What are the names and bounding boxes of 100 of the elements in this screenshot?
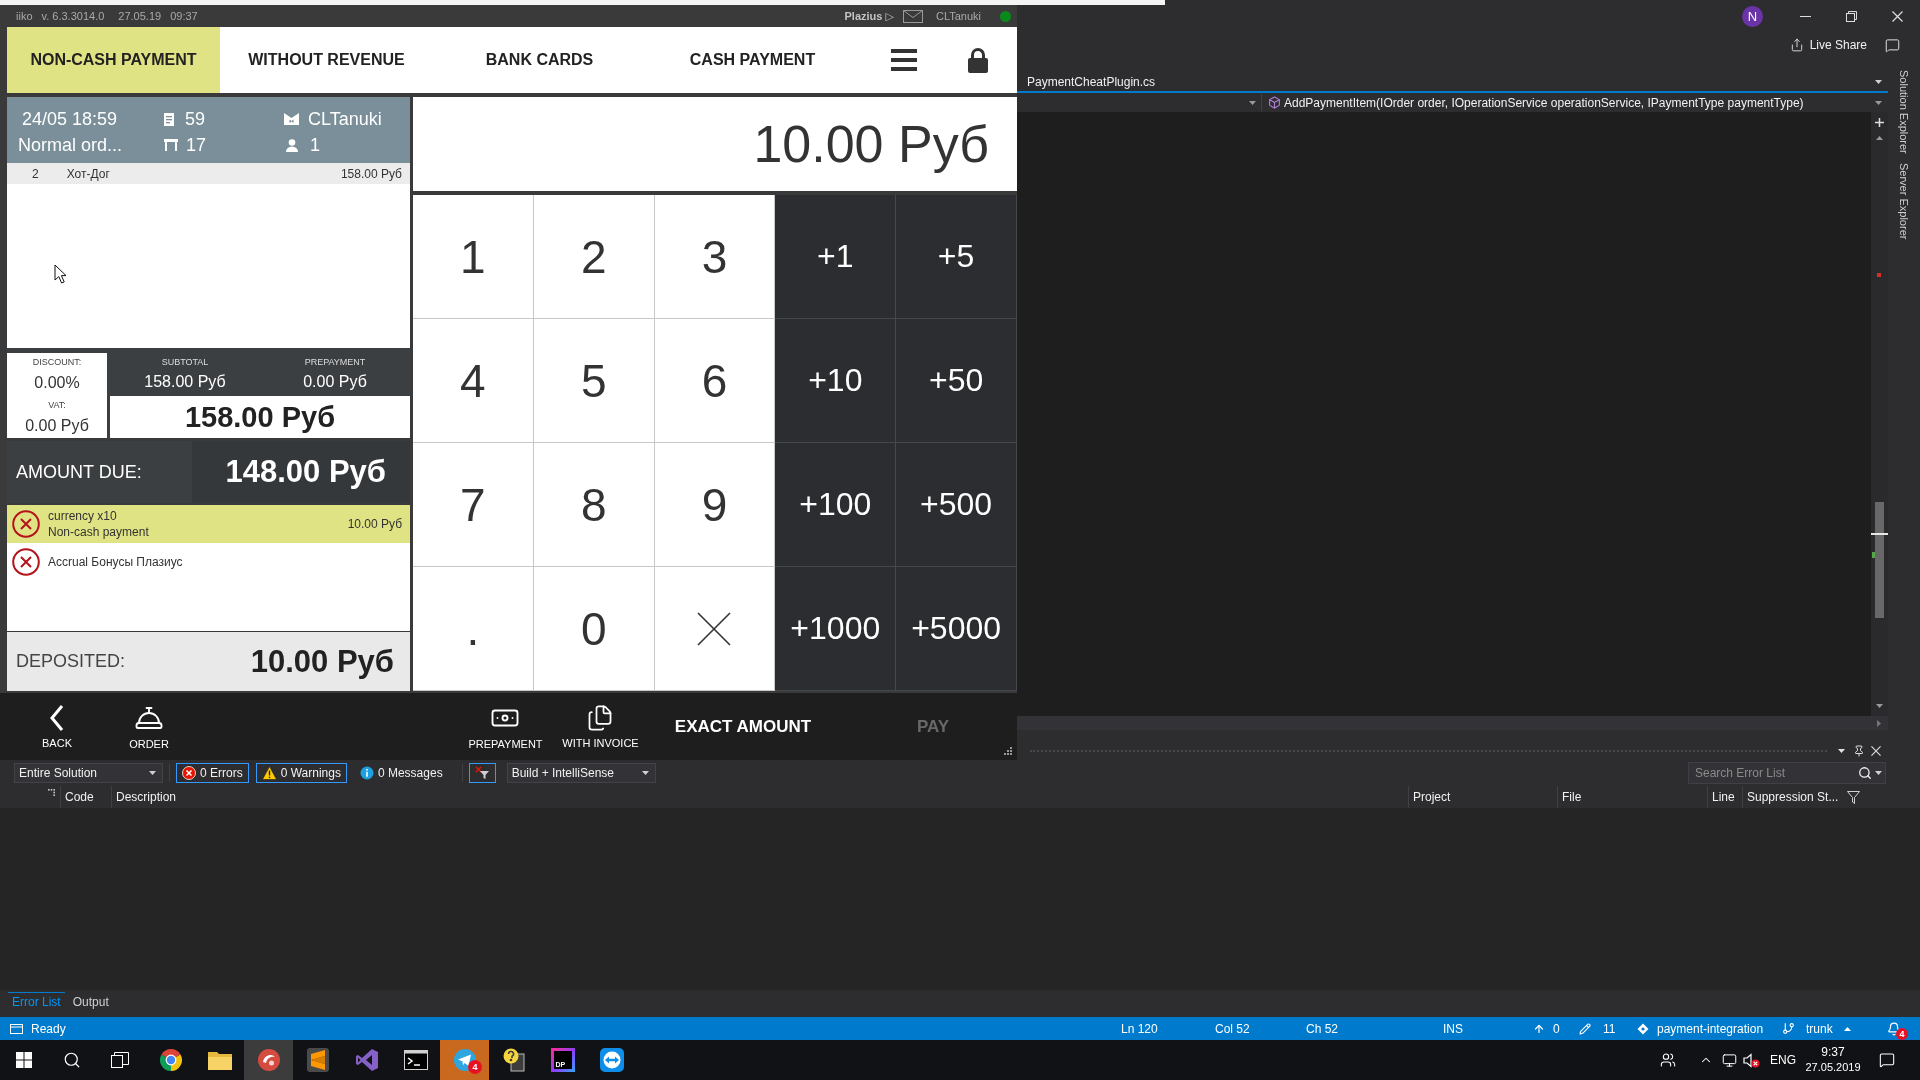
task-view-icon[interactable] xyxy=(111,1052,129,1068)
split-plus-icon[interactable] xyxy=(1875,118,1884,127)
speech-bubble-icon[interactable] xyxy=(1884,37,1900,53)
start-icon[interactable] xyxy=(16,1052,32,1068)
pin-icon[interactable] xyxy=(1852,745,1865,757)
keypad-key[interactable]: 8 xyxy=(533,443,655,567)
member-dropdown[interactable]: AddPaymentItem(IOrder order, IOperationService operationService, IPaymentType paymentType) xyxy=(1262,94,1888,111)
keypad-key[interactable]: +1 xyxy=(775,195,897,319)
panel-tab[interactable]: Error List xyxy=(8,991,65,1011)
live-share-button[interactable]: Live Share xyxy=(1787,35,1869,55)
order-item-row[interactable]: 2 Хот-Дог 158.00 Руб xyxy=(7,163,410,184)
notification-icon[interactable] xyxy=(1879,1052,1895,1068)
search-icon[interactable] xyxy=(63,1051,81,1069)
caret-down-icon[interactable] xyxy=(1875,79,1882,84)
keypad-key[interactable]: 9 xyxy=(654,443,776,567)
keypad-key[interactable]: +50 xyxy=(896,319,1017,443)
search-icon[interactable] xyxy=(1858,766,1872,780)
payment-row[interactable]: currency x10 Non-cash payment 10.00 Руб xyxy=(7,505,410,543)
resize-grip-icon[interactable] xyxy=(1003,746,1013,756)
side-tab[interactable]: Solution Explorer xyxy=(1898,70,1910,154)
version-text: v. 6.3.3014.0 xyxy=(41,10,105,22)
keypad-key[interactable]: 4 xyxy=(413,319,534,443)
keypad-key[interactable]: 3 xyxy=(654,195,776,319)
invoice-button[interactable]: WITH INVOICE xyxy=(562,704,639,749)
keypad-key[interactable]: . xyxy=(413,567,534,691)
volume-muted-icon[interactable] xyxy=(1743,1052,1760,1068)
caret-down-icon[interactable] xyxy=(1875,771,1882,775)
build-filter-dropdown[interactable]: Build + IntelliSense xyxy=(506,763,656,783)
swirl-icon xyxy=(256,1048,281,1072)
payment-tab[interactable]: NON-CASH PAYMENT xyxy=(7,27,220,93)
document-tab[interactable]: PaymentCheatPlugin.cs xyxy=(1027,72,1156,91)
account-avatar[interactable]: N xyxy=(1742,5,1763,27)
people-icon[interactable] xyxy=(1660,1052,1676,1068)
panel-tab[interactable]: Output xyxy=(68,991,113,1011)
caret-down-icon xyxy=(1249,100,1256,105)
caret-down-icon[interactable] xyxy=(1876,704,1883,708)
caret-up-icon[interactable] xyxy=(1876,136,1883,140)
lock-icon[interactable] xyxy=(968,47,988,73)
taskbar-app[interactable] xyxy=(244,1040,293,1080)
scrollbar-thumb[interactable] xyxy=(1875,502,1884,618)
network-icon[interactable] xyxy=(1721,1052,1737,1068)
vertical-scrollbar[interactable] xyxy=(1871,112,1888,716)
keypad-key[interactable]: 0 xyxy=(533,567,655,691)
filter-icon[interactable] xyxy=(1847,790,1860,804)
notification-badge: 4 xyxy=(1896,1027,1908,1040)
prepayment-button[interactable]: PREPAYMENT xyxy=(468,703,543,750)
arrow-up-icon[interactable] xyxy=(1533,1022,1545,1035)
caret-down-icon[interactable] xyxy=(1838,749,1845,753)
bell-icon[interactable] xyxy=(1887,1021,1901,1036)
repository-name[interactable]: payment-integration xyxy=(1657,1021,1764,1036)
restore-icon[interactable] xyxy=(1845,10,1857,22)
clock-time[interactable]: 9:37 xyxy=(1821,1045,1845,1060)
clear-icon xyxy=(697,611,732,646)
shirt-collar-icon xyxy=(284,113,299,125)
keypad-key[interactable]: +500 xyxy=(896,443,1017,567)
subtotal-label: SUBTOTAL xyxy=(161,357,209,367)
filter-toggle[interactable]: 0 Warnings xyxy=(255,763,347,783)
remove-circle-icon[interactable] xyxy=(12,548,40,576)
keypad-key[interactable]: +5000 xyxy=(896,567,1017,691)
action-button[interactable]: EXACT AMOUNT xyxy=(670,710,816,743)
side-tab[interactable]: Server Explorer xyxy=(1898,162,1910,240)
filter-toggle[interactable]: 0 Errors xyxy=(176,763,249,783)
plugin-label[interactable]: Plazius ▷ xyxy=(844,9,894,23)
back-button[interactable]: BACK xyxy=(42,704,72,749)
keypad-key[interactable]: +100 xyxy=(775,443,897,567)
changes-count[interactable]: 11 xyxy=(1603,1021,1616,1036)
order-button[interactable]: ORDER xyxy=(129,703,169,750)
unpushed-count[interactable]: 0 xyxy=(1553,1021,1560,1036)
insert-mode: INS xyxy=(1443,1021,1463,1036)
keypad-key[interactable]: +5 xyxy=(896,195,1017,319)
remove-circle-icon[interactable] xyxy=(12,510,40,538)
keypad-key[interactable]: 6 xyxy=(654,319,776,443)
scope-dropdown[interactable]: Entire Solution xyxy=(14,763,163,783)
taskbar-app[interactable]: 4 xyxy=(440,1040,489,1080)
filter-toggle[interactable]: 0 Messages xyxy=(353,763,449,783)
keypad-key[interactable]: 5 xyxy=(533,319,655,443)
caret-up-icon[interactable] xyxy=(1843,1026,1851,1031)
close-icon[interactable] xyxy=(1891,10,1903,22)
keypad-key[interactable]: 1 xyxy=(413,195,534,319)
total-value: 158.00 Руб xyxy=(110,396,410,438)
horizontal-scrollbar[interactable] xyxy=(1017,716,1888,730)
panel-icon xyxy=(10,1023,23,1034)
keypad-key[interactable]: 7 xyxy=(413,443,534,567)
envelope-icon[interactable] xyxy=(902,9,923,23)
item-name: Хот-Дог xyxy=(66,166,110,181)
keypad-key[interactable]: +1000 xyxy=(775,567,897,691)
caret-right-icon[interactable] xyxy=(1877,719,1881,727)
search-field[interactable]: Search Error List xyxy=(1688,762,1886,784)
menu-icon[interactable] xyxy=(891,49,917,71)
caret-down-icon xyxy=(149,771,156,775)
clock-date[interactable]: 27.05.2019 xyxy=(1805,1060,1861,1075)
share-icon xyxy=(1789,38,1804,52)
keypad-key[interactable] xyxy=(654,567,776,691)
branch-name[interactable]: trunk xyxy=(1806,1021,1833,1036)
close-icon[interactable] xyxy=(1870,746,1881,756)
language-indicator[interactable]: ENG xyxy=(1770,1052,1796,1068)
pencil-icon[interactable] xyxy=(1579,1022,1591,1035)
document-filter-button[interactable] xyxy=(468,763,496,783)
keypad-key[interactable]: +10 xyxy=(775,319,897,443)
keypad-key[interactable]: 2 xyxy=(533,195,655,319)
